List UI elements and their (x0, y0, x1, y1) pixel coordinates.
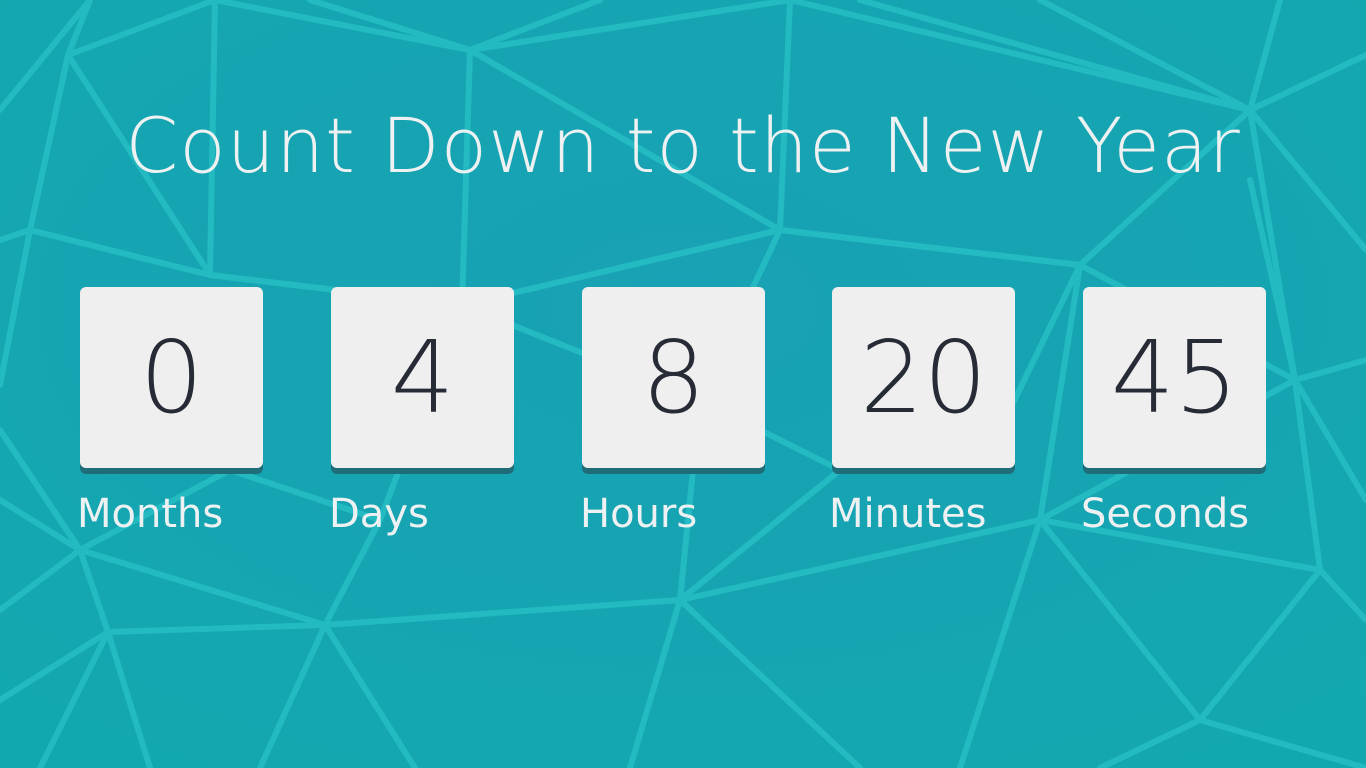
days-value: 4 (390, 318, 455, 436)
minutes-value: 20 (859, 318, 988, 436)
days-label: Days (329, 491, 429, 537)
seconds-label: Seconds (1081, 491, 1250, 537)
months-card: 0 (80, 287, 263, 468)
days-card: 4 (331, 287, 514, 468)
minutes-label: Minutes (829, 491, 987, 537)
seconds-value: 45 (1110, 318, 1239, 436)
hours-label: Hours (580, 491, 698, 537)
hours-value: 8 (641, 318, 706, 436)
hours-card: 8 (582, 287, 765, 468)
seconds-card: 45 (1083, 287, 1266, 468)
page-title: Count Down to the New Year (125, 101, 1241, 190)
months-value: 0 (139, 318, 204, 436)
months-label: Months (77, 491, 224, 537)
minutes-card: 20 (832, 287, 1015, 468)
